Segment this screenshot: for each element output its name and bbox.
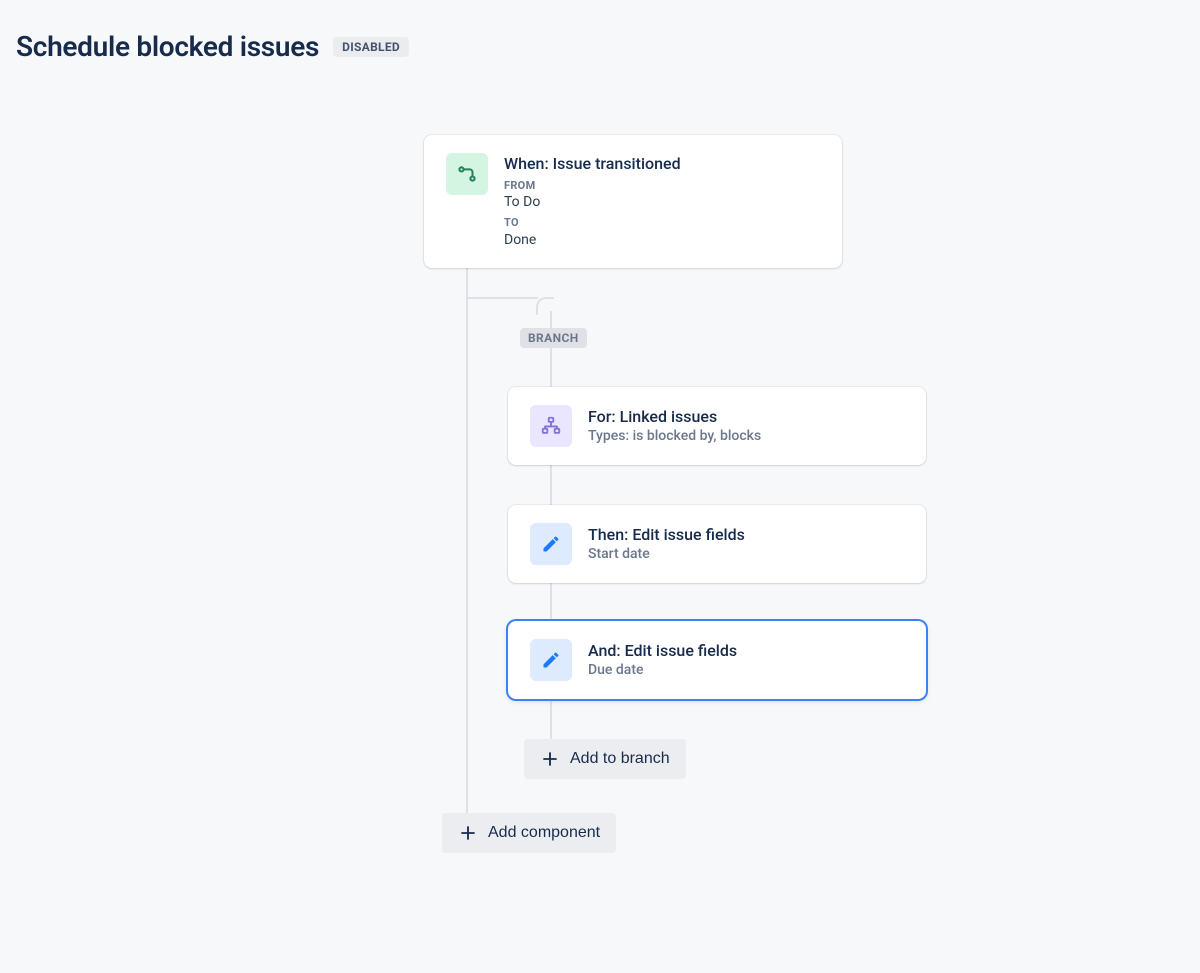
trigger-to-label: TO xyxy=(504,216,681,231)
trigger-from-label: FROM xyxy=(504,179,681,194)
plus-icon xyxy=(458,823,478,843)
trigger-from-value: To Do xyxy=(504,193,681,212)
linked-issues-icon xyxy=(530,405,572,447)
add-to-branch-label: Add to branch xyxy=(570,750,670,768)
automation-canvas: When: Issue transitioned FROM To Do TO D… xyxy=(0,75,1200,973)
branch-for-subtitle: Types: is blocked by, blocks xyxy=(588,427,761,446)
connector-main-vertical xyxy=(466,259,468,821)
connector-branch-horizontal xyxy=(468,297,538,299)
branch-step-then-subtitle: Start date xyxy=(588,545,745,564)
pencil-icon xyxy=(530,639,572,681)
plus-icon xyxy=(540,749,560,769)
branch-badge: BRANCH xyxy=(520,328,587,348)
trigger-title: When: Issue transitioned xyxy=(504,153,681,175)
transition-icon xyxy=(446,153,488,195)
pencil-icon xyxy=(530,523,572,565)
branch-step-and-subtitle: Due date xyxy=(588,661,737,680)
page-header: Schedule blocked issues DISABLED xyxy=(0,0,1200,75)
add-component-label: Add component xyxy=(488,824,600,842)
branch-for-title: For: Linked issues xyxy=(588,406,761,428)
trigger-to-value: Done xyxy=(504,231,681,250)
trigger-card[interactable]: When: Issue transitioned FROM To Do TO D… xyxy=(424,135,842,268)
branch-step-and-title: And: Edit issue fields xyxy=(588,640,737,662)
branch-for-card[interactable]: For: Linked issues Types: is blocked by,… xyxy=(508,387,926,465)
status-badge: DISABLED xyxy=(333,37,409,57)
branch-step-and[interactable]: And: Edit issue fields Due date xyxy=(508,621,926,699)
add-to-branch-button[interactable]: Add to branch xyxy=(524,739,686,779)
branch-step-then-title: Then: Edit issue fields xyxy=(588,524,745,546)
page-title: Schedule blocked issues xyxy=(16,30,319,63)
add-component-button[interactable]: Add component xyxy=(442,813,616,853)
branch-step-then[interactable]: Then: Edit issue fields Start date xyxy=(508,505,926,583)
